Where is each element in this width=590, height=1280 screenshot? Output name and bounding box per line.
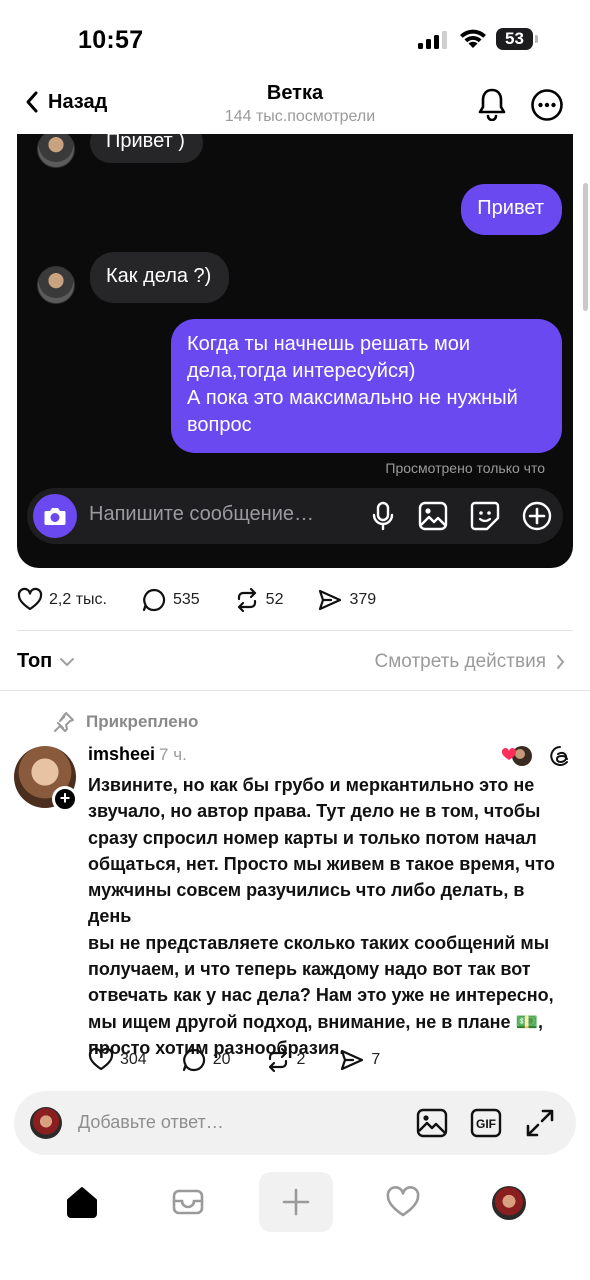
scrollbar[interactable]: [583, 183, 588, 311]
view-activity-link[interactable]: Смотреть действия: [375, 651, 565, 673]
comment-reply-count: 20: [212, 1051, 231, 1068]
activity-heart-icon[interactable]: [385, 1184, 421, 1220]
message-bubble-in: Как дела ?): [90, 252, 230, 303]
reply-input[interactable]: Добавьте ответ…: [78, 1112, 224, 1133]
inbox-icon[interactable]: [170, 1184, 206, 1220]
message-bubble-out: Привет: [461, 184, 562, 235]
sort-dropdown[interactable]: Топ: [17, 650, 75, 673]
comment-like-button[interactable]: 304: [88, 1047, 147, 1073]
send-icon: [319, 589, 342, 611]
reply-bar[interactable]: Добавьте ответ… GIF: [14, 1091, 576, 1155]
profile-avatar[interactable]: [492, 1186, 526, 1220]
view-activity-label: Смотреть действия: [374, 651, 546, 672]
comment-line: мужчины совсем разучились что либо делат…: [88, 880, 525, 927]
heart-icon: [17, 587, 43, 611]
seen-status: Просмотрено только что: [385, 460, 545, 476]
pinned-indicator: Прикреплено: [52, 710, 198, 734]
bell-icon[interactable]: [476, 87, 508, 121]
pin-icon: [54, 712, 74, 732]
comment-line: мы ищем другой подход, внимание, не в пл…: [88, 1011, 543, 1032]
share-count: 379: [349, 591, 377, 608]
divider: [0, 690, 590, 691]
microphone-icon: [372, 501, 394, 531]
like-count: 2,2 тыс.: [49, 591, 107, 608]
chat-screenshot-card[interactable]: Привет ) Привет Как дела ?) Когда ты нач…: [17, 134, 573, 568]
battery-level: 53: [496, 28, 533, 50]
composer-placeholder: Напишите сообщение…: [89, 503, 315, 525]
chat-avatar: [37, 134, 75, 168]
chat-composer: Напишите сообщение…: [27, 488, 563, 544]
comment-button[interactable]: 535: [141, 587, 200, 613]
comment-time: 7 ч.: [159, 745, 187, 764]
battery-icon: 53: [496, 28, 538, 50]
message-line: А пока это максимально не нужный: [187, 387, 518, 409]
plus-icon: [282, 1188, 310, 1216]
comment-icon: [142, 588, 166, 612]
heart-icon: [88, 1047, 114, 1071]
comment-line: вы не представляете сколько таких сообще…: [88, 932, 550, 953]
post-actions: 2,2 тыс. 535 52 379: [17, 586, 410, 614]
home-icon[interactable]: [64, 1184, 100, 1220]
comment-username[interactable]: imsheei: [88, 744, 155, 764]
comment-count: 535: [172, 591, 200, 608]
divider: [17, 630, 573, 631]
status-bar: 10:57 53: [0, 0, 590, 78]
chevron-down-icon: [60, 657, 75, 666]
repost-icon: [237, 587, 256, 613]
sort-label: Топ: [17, 650, 53, 672]
comment-repost-button[interactable]: 2: [265, 1047, 306, 1073]
gallery-icon: [418, 501, 448, 531]
status-time: 10:57: [78, 26, 144, 54]
gif-label: GIF: [476, 1117, 496, 1131]
message-line: вопрос: [187, 414, 252, 436]
follow-plus-icon[interactable]: +: [52, 786, 78, 812]
author-liked-badge-icon: [501, 746, 568, 766]
message-bubble-out-long: Когда ты начнешь решать мои дела,тогда и…: [171, 319, 562, 453]
more-options-icon[interactable]: [530, 88, 564, 122]
comment-icon: [182, 1048, 205, 1072]
comment-line: Извините, но как бы грубо и меркантильно…: [88, 775, 535, 795]
nav-header: Назад Ветка 144 тыс.посмотрели: [0, 78, 590, 134]
repost-count: 52: [265, 591, 284, 608]
sort-row: Топ Смотреть действия: [17, 648, 573, 678]
gif-icon[interactable]: GIF: [470, 1107, 502, 1139]
comment-repost-count: 2: [296, 1051, 306, 1068]
comment-share-count: 7: [371, 1051, 381, 1068]
threads-icon: [550, 746, 568, 766]
comment-line: получаем, и что теперь каждому надо вот …: [88, 959, 531, 980]
comment-reply-button[interactable]: 20: [181, 1047, 231, 1073]
cellular-signal-icon: [418, 31, 447, 49]
camera-button: [33, 494, 77, 538]
camera-icon: [44, 508, 66, 525]
sticker-icon: [470, 501, 500, 531]
bottom-tab-bar: [0, 1170, 590, 1234]
repost-icon: [268, 1047, 287, 1073]
expand-icon[interactable]: [524, 1107, 556, 1139]
pinned-label: Прикреплено: [86, 712, 199, 731]
like-button[interactable]: 2,2 тыс.: [17, 587, 107, 613]
comment-like-count: 304: [120, 1051, 147, 1068]
add-circle-icon: [522, 501, 552, 531]
comment-actions: 304 20 2 7: [88, 1046, 414, 1074]
chat-avatar: [37, 266, 75, 304]
comment-line: отвечать как у нас дела? Нам это уже не …: [88, 985, 554, 1006]
send-icon: [341, 1049, 364, 1071]
repost-button[interactable]: 52: [234, 587, 284, 613]
wifi-icon: [460, 29, 486, 48]
comment-header: imsheei 7 ч.: [88, 744, 187, 765]
image-icon[interactable]: [416, 1107, 448, 1139]
comment-text: Извините, но как бы грубо и меркантильно…: [88, 772, 568, 1061]
comment-line: сразу спросил номер карты и только потом…: [88, 827, 537, 848]
message-bubble-in: Привет ): [90, 134, 203, 163]
comment-share-button[interactable]: 7: [339, 1047, 380, 1073]
comment-line: общаться, нет. Просто мы живем в такое в…: [88, 853, 555, 874]
message-line: Когда ты начнешь решать мои: [187, 333, 471, 355]
chevron-right-icon: [557, 655, 565, 669]
message-line: дела,тогда интересуйся): [187, 360, 416, 382]
commenter-avatar[interactable]: +: [14, 746, 78, 812]
share-button[interactable]: 379: [317, 587, 376, 613]
new-post-button[interactable]: [259, 1172, 333, 1232]
user-avatar: [30, 1107, 62, 1139]
comment-line: звучало, но автор права. Тут дело не в т…: [88, 801, 541, 822]
